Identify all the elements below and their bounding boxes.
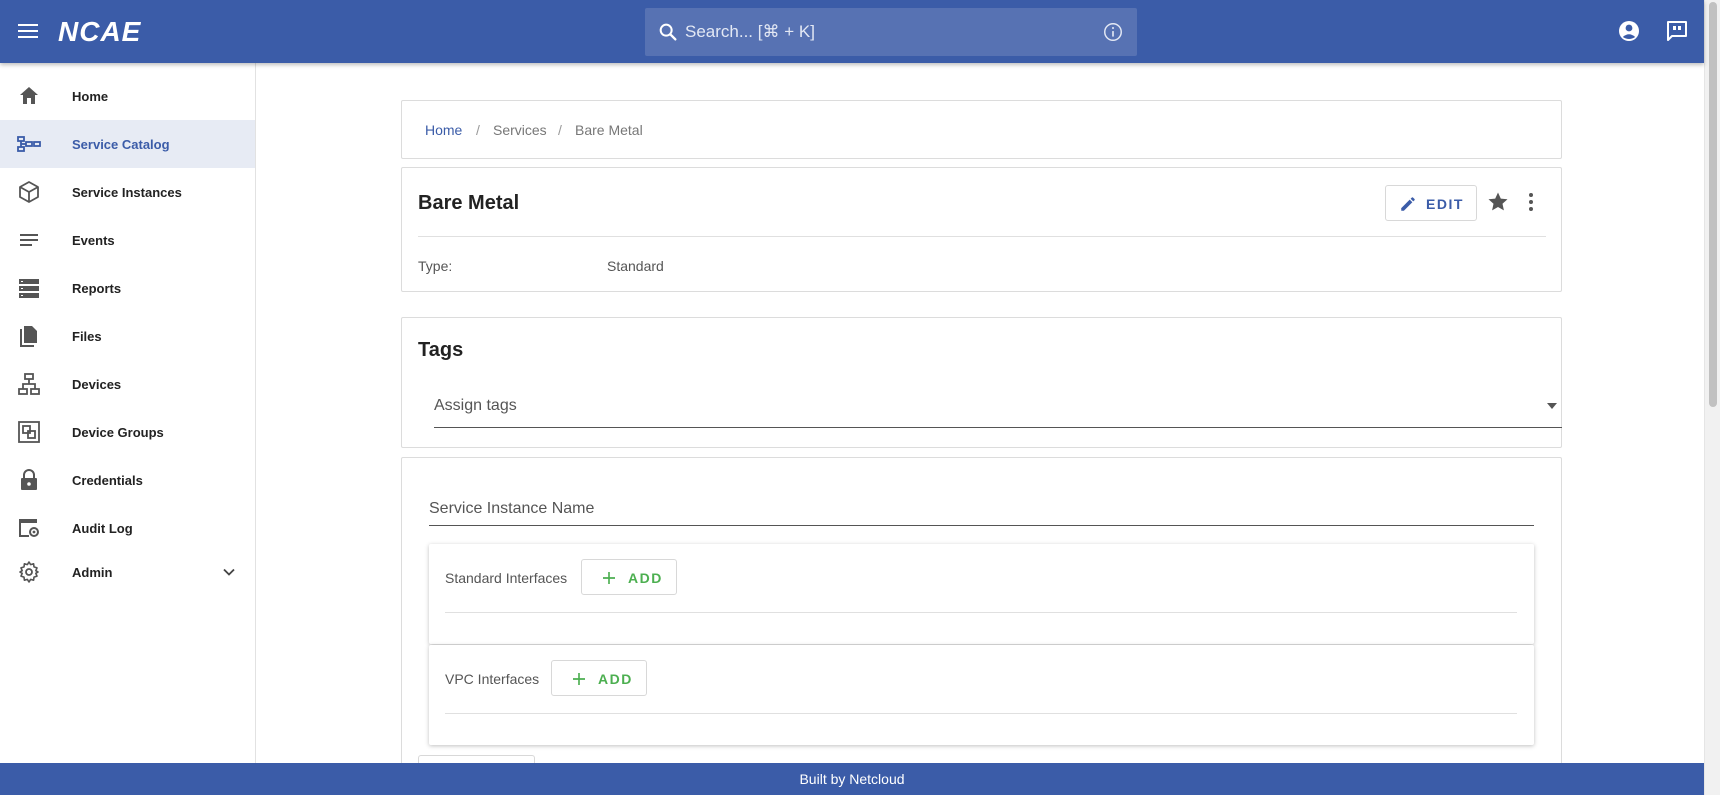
sidebar-item-label: Service Catalog xyxy=(72,136,170,152)
tags-card: Tags Assign tags xyxy=(401,317,1562,448)
sidebar-item-label: Admin xyxy=(72,564,113,580)
sidebar-item-label: Files xyxy=(72,328,102,344)
breadcrumb-separator: / xyxy=(476,122,480,138)
type-value: Standard xyxy=(607,258,664,274)
pencil-icon xyxy=(1401,197,1415,211)
sidebar-item-service-catalog[interactable]: Service Catalog xyxy=(0,120,255,168)
dropdown-arrow-icon xyxy=(1547,403,1557,409)
sidebar-item-devices[interactable]: Devices xyxy=(0,360,255,408)
breadcrumb-home-link[interactable]: Home xyxy=(425,122,462,138)
sidebar-item-label: Reports xyxy=(72,280,122,296)
assign-tags-placeholder: Assign tags xyxy=(434,397,517,414)
sidebar-item-label: Credentials xyxy=(72,472,143,488)
sidebar-item-home[interactable]: Home xyxy=(0,72,255,120)
page-title: Bare Metal xyxy=(418,192,520,214)
sidebar-item-files[interactable]: Files xyxy=(0,312,255,360)
sidebar-item-credentials[interactable]: Credentials xyxy=(0,456,255,504)
breadcrumb-current: Bare Metal xyxy=(575,122,643,138)
sidebar-item-audit-log[interactable]: Audit Log xyxy=(0,504,255,552)
service-instance-form: Standard Interfaces ADD VPC Interfaces A… xyxy=(401,457,1562,785)
top-app-bar: NCAE xyxy=(0,0,1704,63)
lock-icon xyxy=(21,469,37,490)
files-icon xyxy=(20,326,37,347)
tags-title: Tags xyxy=(418,339,464,361)
sidebar-item-label: Events xyxy=(72,232,115,248)
breadcrumb: Home / Services / Bare Metal xyxy=(401,100,1562,159)
add-button-label: ADD xyxy=(598,671,633,687)
footer: Built by Netcloud xyxy=(0,763,1704,795)
page-scrollbar[interactable] xyxy=(1704,0,1720,795)
sidebar-item-label: Audit Log xyxy=(72,520,133,536)
add-standard-interface-button[interactable]: ADD xyxy=(581,559,677,595)
vpc-interfaces-section: VPC Interfaces ADD xyxy=(429,645,1534,745)
divider xyxy=(418,236,1546,237)
list-icon xyxy=(20,234,38,246)
menu-icon[interactable] xyxy=(16,20,40,44)
service-catalog-icon xyxy=(17,136,41,152)
standard-interfaces-section: Standard Interfaces ADD xyxy=(429,544,1534,644)
device-groups-icon xyxy=(18,421,40,443)
vpc-interfaces-label: VPC Interfaces xyxy=(445,671,540,687)
sidebar-item-label: Device Groups xyxy=(72,424,164,440)
gear-icon xyxy=(19,561,39,583)
add-vpc-interface-button[interactable]: ADD xyxy=(551,660,647,696)
audit-log-icon xyxy=(19,519,39,537)
edit-button-label: EDIT xyxy=(1426,196,1464,212)
account-circle-icon[interactable] xyxy=(1617,19,1641,43)
reports-icon xyxy=(19,279,39,298)
sidebar-item-service-instances[interactable]: Service Instances xyxy=(0,168,255,216)
assign-tags-select[interactable]: Assign tags xyxy=(434,386,1562,428)
standard-interfaces-label: Standard Interfaces xyxy=(445,570,568,586)
cube-icon xyxy=(19,181,39,203)
search-box[interactable] xyxy=(645,8,1137,56)
home-icon xyxy=(20,87,38,104)
add-button-label: ADD xyxy=(628,570,663,586)
sidebar-nav: Home Service Catalog Service Instances E… xyxy=(0,63,256,763)
sidebar-item-label: Service Instances xyxy=(72,184,182,200)
search-icon xyxy=(659,23,677,41)
feedback-icon[interactable] xyxy=(1665,19,1689,43)
sidebar-item-reports[interactable]: Reports xyxy=(0,264,255,312)
chevron-down-icon[interactable] xyxy=(219,562,239,582)
sidebar-item-device-groups[interactable]: Device Groups xyxy=(0,408,255,456)
more-vert-icon[interactable] xyxy=(1519,190,1543,214)
sidebar-item-admin[interactable]: Admin xyxy=(0,548,255,596)
plus-icon xyxy=(603,572,615,584)
footer-text: Built by Netcloud xyxy=(799,771,905,787)
scrollbar-thumb[interactable] xyxy=(1709,2,1717,407)
sidebar-item-label: Home xyxy=(72,88,109,104)
type-label: Type: xyxy=(418,258,453,274)
breadcrumb-services: Services xyxy=(493,122,547,138)
sidebar-item-events[interactable]: Events xyxy=(0,216,255,264)
divider xyxy=(445,713,1517,714)
app-logo[interactable]: NCAE xyxy=(58,16,141,48)
info-icon[interactable] xyxy=(1102,21,1124,43)
breadcrumb-separator: / xyxy=(558,122,562,138)
divider xyxy=(445,612,1517,613)
service-instance-name-input[interactable] xyxy=(429,482,1534,525)
network-icon xyxy=(18,373,40,395)
plus-icon xyxy=(573,673,585,685)
service-detail-card: Bare Metal EDIT Type: Standard xyxy=(401,167,1562,292)
star-icon[interactable] xyxy=(1486,190,1510,214)
edit-button[interactable]: EDIT xyxy=(1385,185,1477,221)
service-instance-name-field[interactable] xyxy=(429,482,1534,526)
sidebar-item-label: Devices xyxy=(72,376,122,392)
search-input[interactable] xyxy=(685,8,1085,56)
